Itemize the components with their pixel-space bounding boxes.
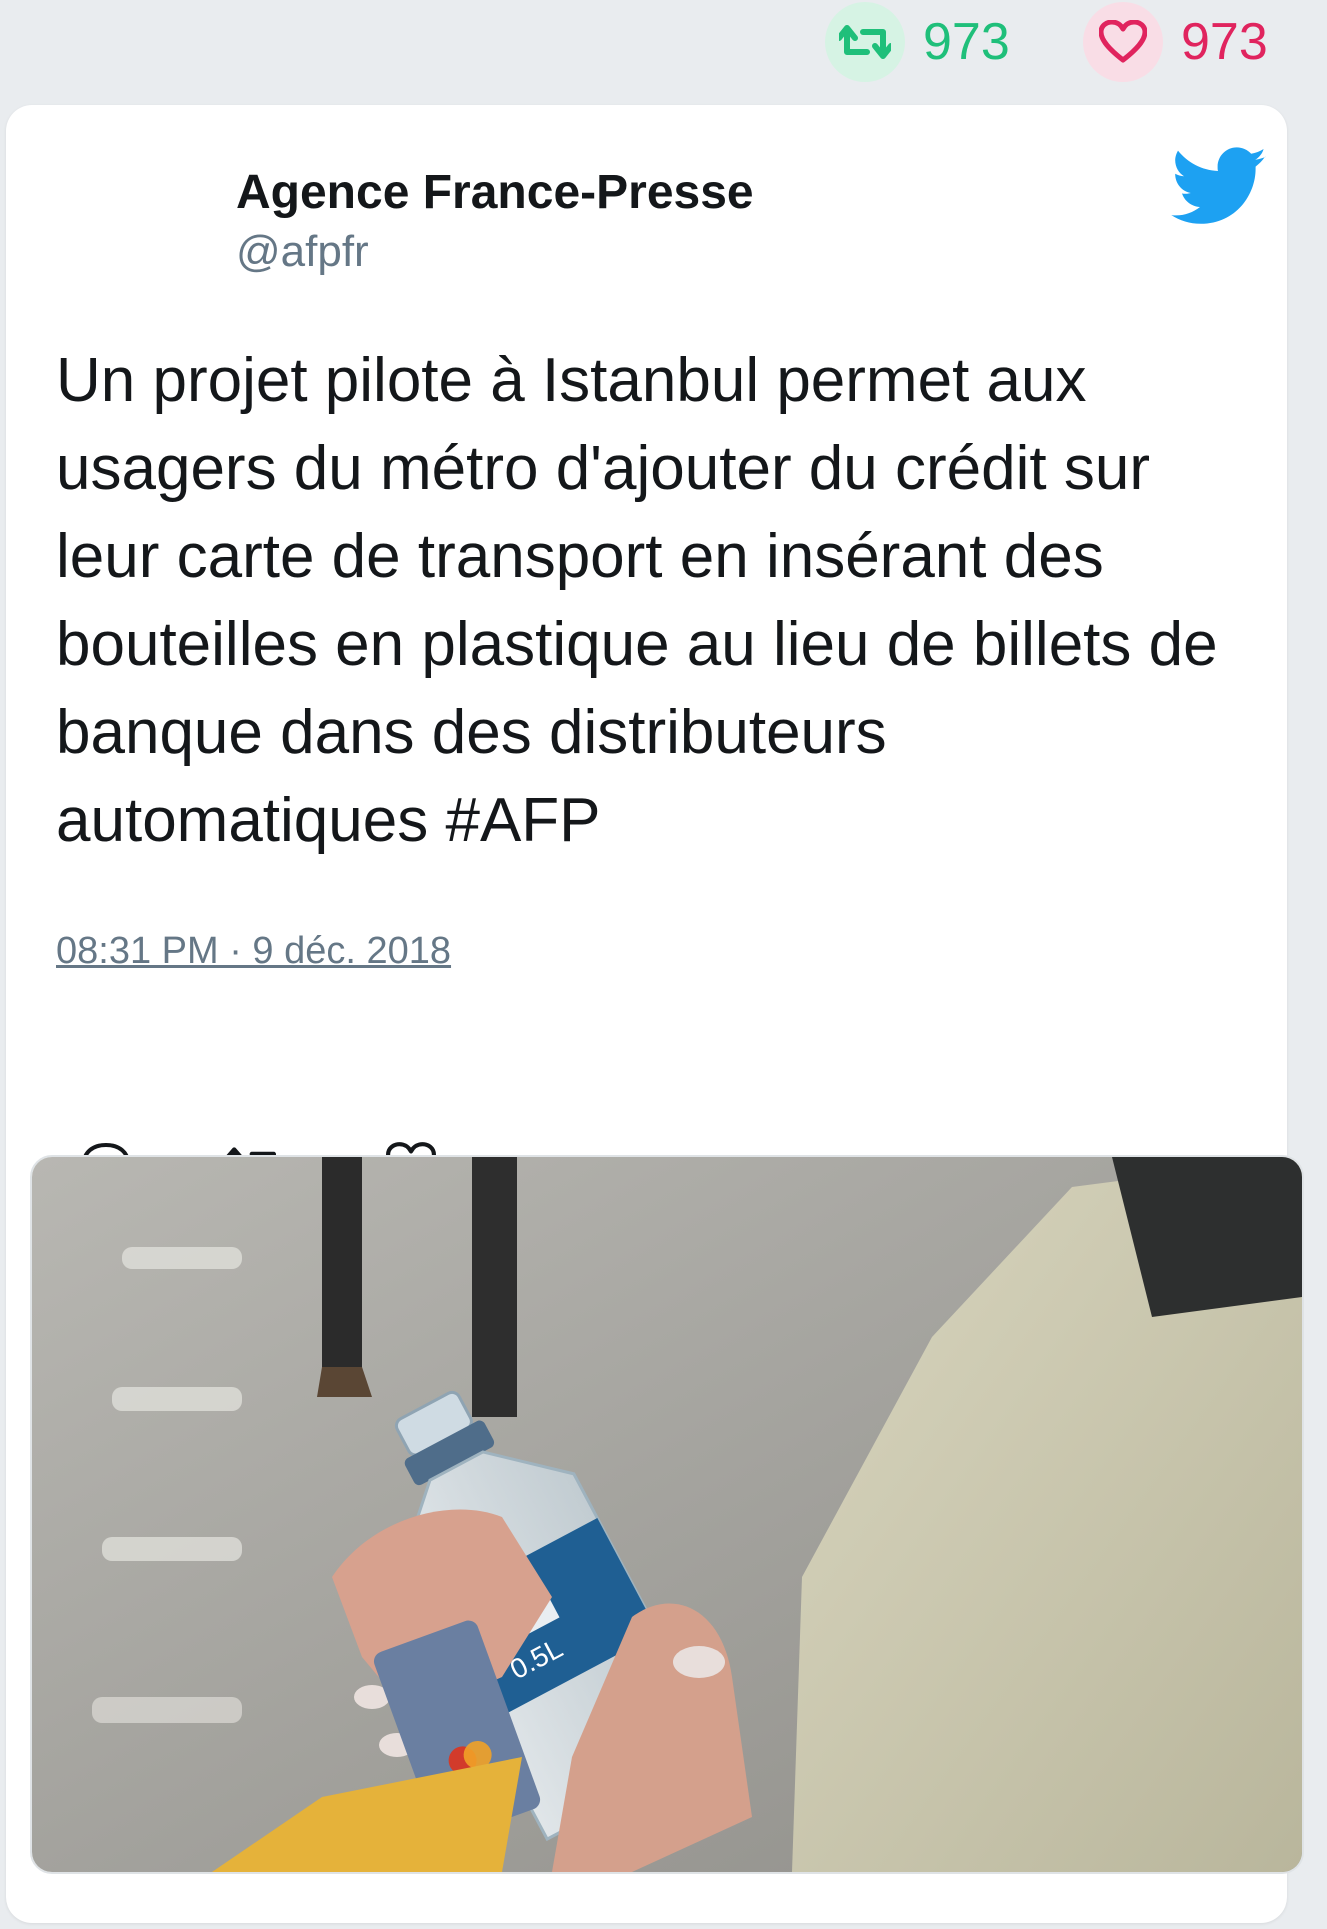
retweet-icon <box>825 2 905 82</box>
like-stat[interactable]: 973 <box>1083 2 1268 82</box>
tweet-text: Un projet pilote à Istanbul permet aux u… <box>56 346 1218 855</box>
tweet-media-photo[interactable]: 0.5L <box>30 1155 1304 1874</box>
tweet-timestamp[interactable]: 08:31 PM · 9 déc. 2018 <box>56 930 451 973</box>
author-handle[interactable]: @afpfr <box>236 227 369 277</box>
tweet-header: Agence France-Presse @afpfr <box>6 105 1287 305</box>
author-display-name[interactable]: Agence France-Presse <box>236 165 754 220</box>
retweet-stat[interactable]: 973 <box>825 2 1010 82</box>
photo-illustration: 0.5L <box>32 1157 1302 1872</box>
like-count: 973 <box>1181 13 1268 71</box>
twitter-bird-icon[interactable] <box>1171 147 1269 227</box>
tweet-stats-bar: 973 973 <box>0 0 1327 86</box>
heart-icon <box>1083 2 1163 82</box>
tweet-card: Agence France-Presse @afpfr Un projet pi… <box>6 105 1304 1923</box>
retweet-count: 973 <box>923 13 1010 71</box>
